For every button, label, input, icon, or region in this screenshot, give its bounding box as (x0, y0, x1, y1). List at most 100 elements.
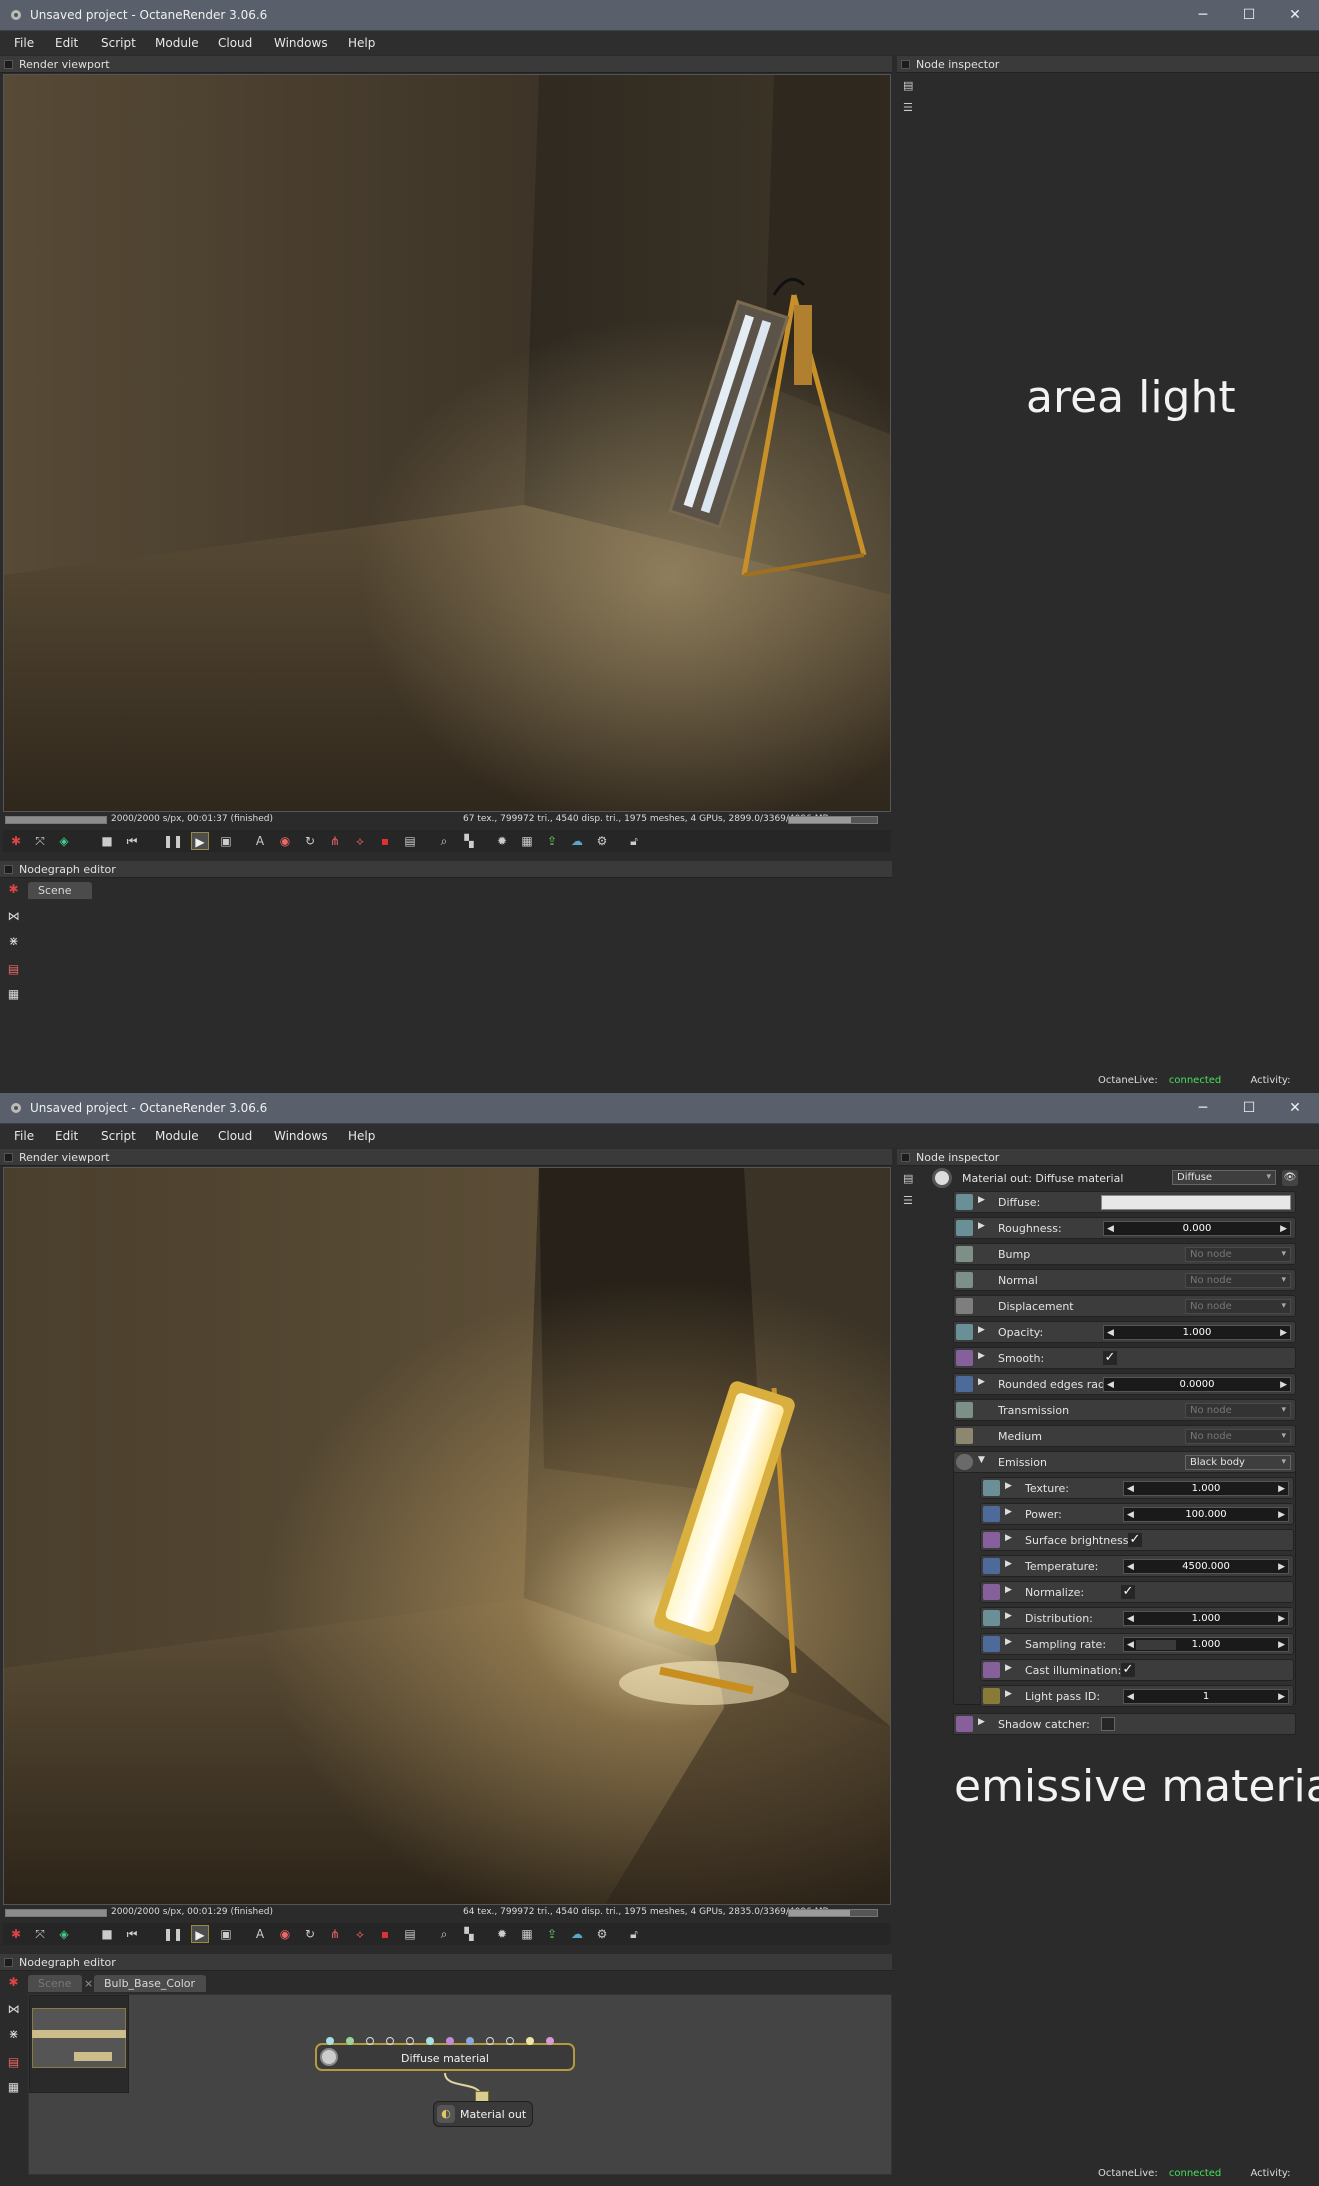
graph-arrange-icon[interactable]: ⋇ (6, 2027, 21, 2042)
zoom-icon[interactable]: ⤧ (31, 832, 49, 850)
rounded-edges-slider[interactable]: ◀ 0.0000 ▶ (1103, 1377, 1291, 1392)
param-normal[interactable]: Normal No node ▾ (953, 1269, 1296, 1291)
pin-opacity[interactable] (426, 2037, 434, 2045)
pin-displacement[interactable] (406, 2037, 414, 2045)
light-pass-id-slider[interactable]: ◀ 1 ▶ (1123, 1689, 1289, 1704)
menu-windows[interactable]: Windows (274, 36, 328, 50)
param-medium[interactable]: Medium No node ▾ (953, 1425, 1296, 1447)
save-render-icon[interactable]: ▦ (518, 832, 536, 850)
panel-toggle-icon[interactable] (4, 1958, 13, 1967)
expand-icon[interactable]: ▶ (978, 1377, 985, 1387)
param-smooth[interactable]: ▶ Smooth: ✓ (953, 1347, 1296, 1369)
menu-script[interactable]: Script (101, 36, 136, 50)
material-picker-icon[interactable]: ⟡ (351, 832, 369, 850)
expand-icon[interactable]: ▶ (978, 1351, 985, 1361)
checker-icon[interactable]: ▚ (460, 832, 478, 850)
param-rounded-edges[interactable]: ▶ Rounded edges radius: ◀ 0.0000 ▶ (953, 1373, 1296, 1395)
shadow-catcher-checkbox[interactable] (1101, 1717, 1115, 1731)
settings-icon[interactable]: ⚙ (593, 1925, 611, 1943)
white-balance-icon[interactable]: ⋔ (326, 1925, 344, 1943)
render-viewport[interactable] (3, 74, 891, 812)
menu-module[interactable]: Module (155, 36, 199, 50)
start-render-icon[interactable]: ▶ (191, 1925, 209, 1943)
expand-icon[interactable]: ▶ (1005, 1481, 1012, 1491)
param-emission[interactable]: ▼ Emission Black body ▾ (953, 1451, 1296, 1473)
expand-icon[interactable]: ▶ (1005, 1689, 1012, 1699)
pin-normal[interactable] (386, 2037, 394, 2045)
maximize-icon[interactable]: ☐ (1226, 1096, 1272, 1120)
transmission-node-dropdown[interactable]: No node ▾ (1185, 1403, 1291, 1418)
menu-edit[interactable]: Edit (55, 1129, 78, 1143)
normal-node-dropdown[interactable]: No node ▾ (1185, 1273, 1291, 1288)
surface-brightness-checkbox[interactable]: ✓ (1128, 1533, 1142, 1547)
expand-icon[interactable]: ▶ (978, 1717, 985, 1727)
menu-file[interactable]: File (14, 36, 34, 50)
emission-type-dropdown[interactable]: Black body ▾ (1185, 1455, 1291, 1470)
param-displacement[interactable]: Displacement No node ▾ (953, 1295, 1296, 1317)
param-distribution[interactable]: ▶ Distribution: ◀ 1.000 ▶ (980, 1607, 1294, 1629)
zoom-fit-icon[interactable]: ⌕ (435, 1925, 453, 1943)
recenter-icon[interactable]: ✱ (7, 1925, 25, 1943)
param-transmission[interactable]: Transmission No node ▾ (953, 1399, 1296, 1421)
tab-scene[interactable]: Scene (28, 882, 92, 899)
tab-bulb-base-color[interactable]: Bulb_Base_Color (94, 1975, 206, 1992)
normalize-checkbox[interactable]: ✓ (1121, 1585, 1135, 1599)
zoom-fit-icon[interactable]: ⌕ (435, 832, 453, 850)
expand-icon[interactable]: ▶ (978, 1325, 985, 1335)
expand-icon[interactable]: ▶ (1005, 1663, 1012, 1673)
menu-help[interactable]: Help (348, 36, 375, 50)
cube-icon[interactable]: ◈ (55, 1925, 73, 1943)
power-slider[interactable]: ◀ 100.000 ▶ (1123, 1507, 1289, 1522)
param-light-pass-id[interactable]: ▶ Light pass ID: ◀ 1 ▶ (980, 1685, 1294, 1707)
eye-icon[interactable]: 👁︎ (1282, 1170, 1298, 1186)
node-diffuse-material[interactable]: Diffuse material (315, 2043, 575, 2071)
material-type-dropdown[interactable]: Diffuse ▾ (1172, 1170, 1276, 1185)
pause-icon[interactable]: ❚❚ (163, 1925, 183, 1943)
pin-medium[interactable] (506, 2037, 514, 2045)
sampling-rate-slider[interactable]: ◀ 1.000 ▶ (1123, 1637, 1289, 1652)
menu-help[interactable]: Help (348, 1129, 375, 1143)
graph-root-icon[interactable]: ✱ (6, 882, 21, 897)
panel-toggle-icon[interactable] (901, 60, 910, 69)
temperature-slider[interactable]: ◀ 4500.000 ▶ (1123, 1559, 1289, 1574)
expand-icon[interactable]: ▶ (1005, 1611, 1012, 1621)
menu-windows[interactable]: Windows (274, 1129, 328, 1143)
minimize-icon[interactable]: ─ (1180, 1096, 1226, 1120)
roughness-slider[interactable]: ◀ 0.000 ▶ (1103, 1221, 1291, 1236)
pause-icon[interactable]: ❚❚ (163, 832, 183, 850)
sun-icon[interactable]: ✹ (493, 832, 511, 850)
increment-icon[interactable]: ▶ (1278, 1690, 1285, 1704)
cloud-render-icon[interactable]: ☁ (568, 1925, 586, 1943)
sun-icon[interactable]: ✹ (493, 1925, 511, 1943)
white-balance-icon[interactable]: ⋔ (326, 832, 344, 850)
graph-grid-icon[interactable]: ▦ (6, 2080, 21, 2095)
increment-icon[interactable]: ▶ (1280, 1326, 1287, 1340)
panel-toggle-icon[interactable] (4, 60, 13, 69)
inspector-tree-icon[interactable]: ▤ (903, 1172, 917, 1186)
param-temperature[interactable]: ▶ Temperature: ◀ 4500.000 ▶ (980, 1555, 1294, 1577)
panel-toggle-icon[interactable] (901, 1153, 910, 1162)
collapse-icon[interactable]: ▼ (978, 1455, 985, 1465)
settings-icon[interactable]: ⚙ (593, 832, 611, 850)
menu-cloud[interactable]: Cloud (218, 36, 252, 50)
menu-script[interactable]: Script (101, 1129, 136, 1143)
increment-icon[interactable]: ▶ (1278, 1612, 1285, 1626)
graph-group-icon[interactable]: ▤ (6, 2055, 21, 2070)
inspector-list-icon[interactable]: ☰ (903, 101, 917, 115)
nodegraph-canvas[interactable]: Diffuse material ◐ Material out (28, 1994, 892, 2175)
region-render-icon[interactable]: ▤ (401, 832, 419, 850)
increment-icon[interactable]: ▶ (1280, 1378, 1287, 1392)
pin-smooth[interactable] (446, 2037, 454, 2045)
pin-bump[interactable] (366, 2037, 374, 2045)
save-render-icon[interactable]: ▦ (518, 1925, 536, 1943)
expand-icon[interactable]: ▶ (1005, 1585, 1012, 1595)
param-shadow-catcher[interactable]: ▶ Shadow catcher: (953, 1713, 1296, 1735)
zoom-icon[interactable]: ⤧ (31, 1925, 49, 1943)
autofocus-icon[interactable]: A (251, 1925, 269, 1943)
inspector-tree-icon[interactable]: ▤ (903, 79, 917, 93)
param-bump[interactable]: Bump No node ▾ (953, 1243, 1296, 1265)
menu-cloud[interactable]: Cloud (218, 1129, 252, 1143)
node-material-out[interactable]: ◐ Material out (433, 2101, 533, 2127)
opacity-slider[interactable]: ◀ 1.000 ▶ (1103, 1325, 1291, 1340)
region-render-icon[interactable]: ▤ (401, 1925, 419, 1943)
